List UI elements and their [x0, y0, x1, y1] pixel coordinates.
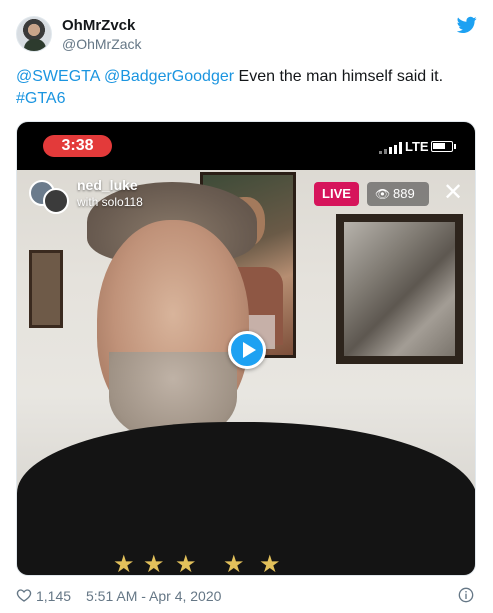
- status-time: 3:38: [43, 135, 112, 157]
- live-badge: LIVE: [314, 182, 359, 206]
- star-icon: ★: [223, 551, 245, 576]
- tweet-text: @SWEGTA @BadgerGoodger Even the man hims…: [16, 66, 476, 110]
- phone-status-bar: 3:38 LTE: [17, 122, 475, 170]
- star-icon: ★: [175, 551, 197, 576]
- viewer-count-badge: 👁 889: [367, 182, 429, 206]
- star-icon: ★: [113, 551, 135, 576]
- info-icon[interactable]: [458, 587, 474, 603]
- framed-photo-image: [344, 222, 455, 356]
- eye-icon: 👁: [375, 187, 391, 201]
- twitter-bird-icon[interactable]: [457, 16, 477, 34]
- user-handle[interactable]: @OhMrZack: [62, 36, 142, 52]
- guest-avatar: [43, 188, 69, 214]
- star-icon: ★: [143, 551, 165, 576]
- tweet-footer: 1,145 5:51 AM - Apr 4, 2020: [16, 586, 476, 606]
- wall-frame-left: [29, 250, 63, 328]
- battery-icon: [431, 141, 456, 152]
- tweet-body-text: Even the man himself said it.: [234, 68, 444, 85]
- host-avatars[interactable]: [29, 180, 73, 214]
- star-icon: ★: [259, 551, 281, 576]
- heart-icon[interactable]: [16, 587, 32, 603]
- network-label: LTE: [405, 139, 429, 154]
- tweet-header: OhMrZvck @OhMrZack: [16, 14, 479, 58]
- signal-icon: [379, 142, 403, 154]
- play-icon[interactable]: [228, 331, 266, 369]
- framed-photo: [336, 214, 463, 364]
- mention-swegta[interactable]: @SWEGTA: [16, 68, 100, 85]
- battery-level: [433, 143, 445, 149]
- live-overlay: ned_luke with solo118 LIVE 👁 889 ✕: [17, 170, 475, 230]
- video-player[interactable]: ★ ★ ★ ★ ★ 3:38 LTE ned_luke with solo118…: [16, 121, 476, 576]
- shirt-stars: ★ ★ ★ ★ ★: [113, 552, 293, 576]
- hashtag-gta6[interactable]: #GTA6: [16, 90, 66, 107]
- display-name[interactable]: OhMrZvck: [62, 17, 135, 34]
- like-count[interactable]: 1,145: [36, 588, 71, 604]
- close-icon[interactable]: ✕: [441, 181, 465, 206]
- host-with-label: with solo118: [77, 195, 143, 209]
- host-name[interactable]: ned_luke: [77, 177, 138, 193]
- user-avatar[interactable]: [16, 16, 52, 52]
- mention-badgergoodger[interactable]: @BadgerGoodger: [104, 68, 234, 85]
- viewer-count: 889: [393, 186, 415, 201]
- tweet-timestamp[interactable]: 5:51 AM - Apr 4, 2020: [86, 588, 221, 604]
